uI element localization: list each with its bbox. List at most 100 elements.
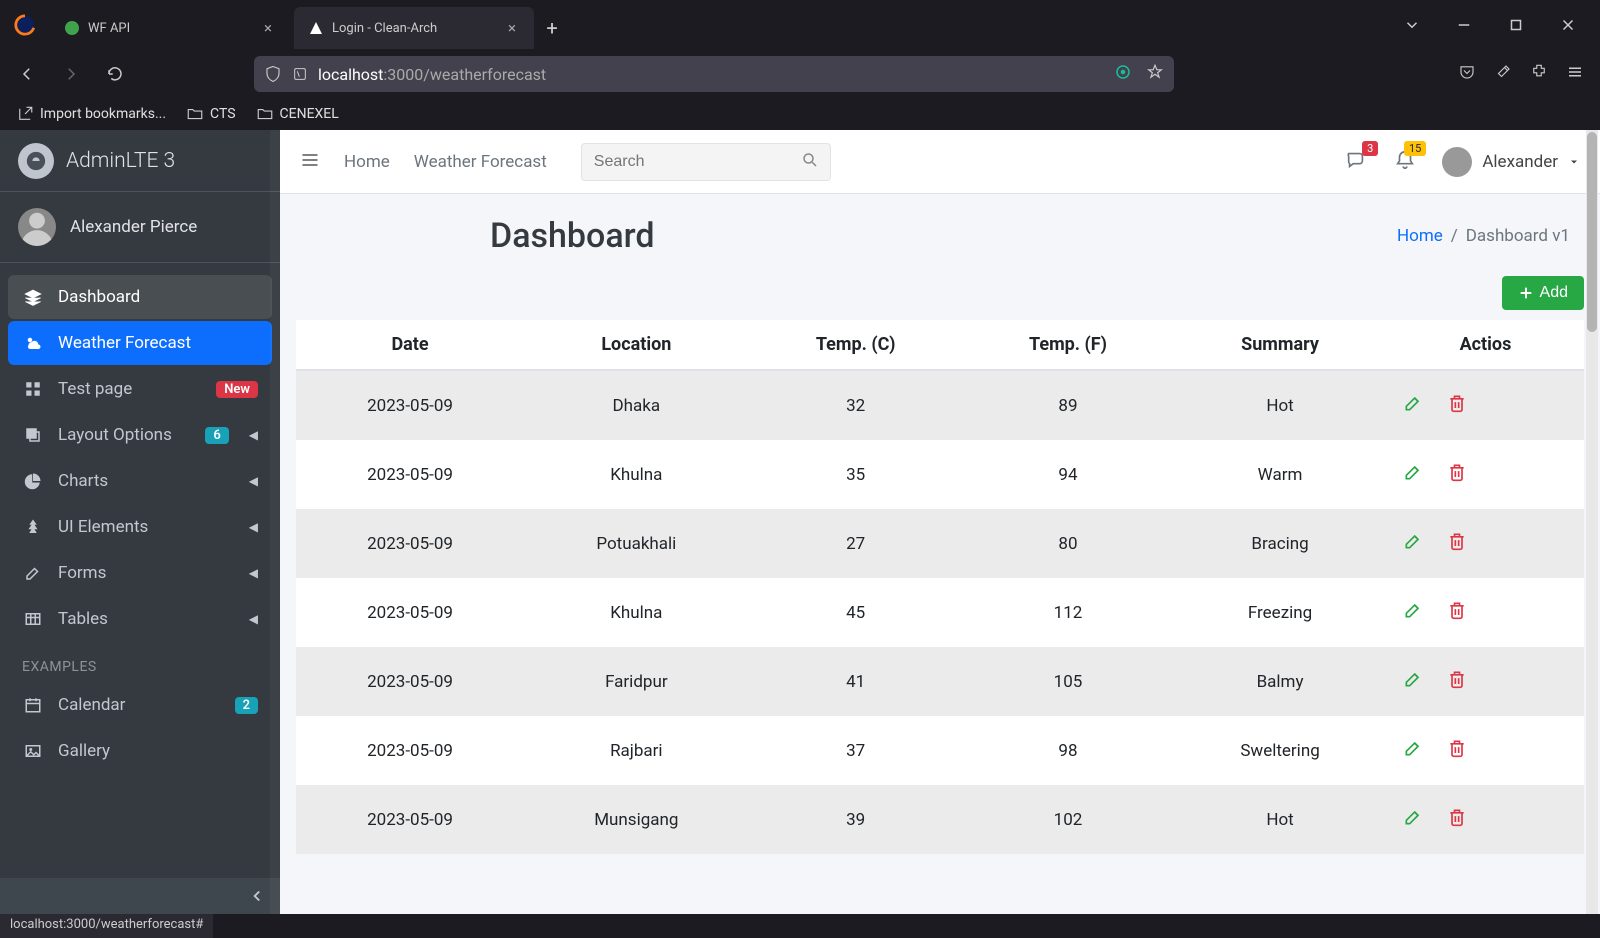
avatar bbox=[18, 208, 56, 246]
table-cell: 105 bbox=[963, 647, 1173, 716]
sidebar-item-label: UI Elements bbox=[58, 517, 148, 537]
edit-icon[interactable] bbox=[1403, 462, 1423, 487]
sidebar-user-panel[interactable]: Alexander Pierce bbox=[0, 192, 280, 263]
messages-icon[interactable]: 3 bbox=[1344, 149, 1368, 175]
delete-icon[interactable] bbox=[1447, 669, 1467, 694]
sidebar-item-label: Charts bbox=[58, 471, 108, 491]
search-input[interactable] bbox=[594, 153, 801, 171]
delete-icon[interactable] bbox=[1447, 600, 1467, 625]
table-cell: 112 bbox=[963, 578, 1173, 647]
bookmark-folder-cts[interactable]: CTS bbox=[186, 105, 235, 123]
import-bookmarks-button[interactable]: Import bookmarks... bbox=[16, 105, 166, 123]
close-icon[interactable]: × bbox=[260, 20, 276, 36]
table-cell: Munsigang bbox=[524, 785, 749, 854]
bookmark-folder-cenexel[interactable]: CENEXEL bbox=[256, 105, 339, 123]
sidebar-item-layout-options[interactable]: Layout Options 6 ◀ bbox=[8, 413, 272, 457]
sidebar-item-tables[interactable]: Tables ◀ bbox=[8, 597, 272, 641]
search-icon[interactable] bbox=[801, 151, 819, 173]
table-cell: 2023-05-09 bbox=[296, 370, 524, 440]
tab-strip: WF API × Login - Clean-Arch × + bbox=[50, 7, 570, 49]
site-identity-icon[interactable] bbox=[292, 66, 308, 82]
table-row: 2023-05-09Rajbari3798Sweltering bbox=[296, 716, 1584, 785]
delete-icon[interactable] bbox=[1447, 807, 1467, 832]
close-icon[interactable]: × bbox=[504, 20, 520, 36]
navlink-weather-forecast[interactable]: Weather Forecast bbox=[414, 152, 547, 172]
chevron-left-icon: ◀ bbox=[249, 428, 258, 442]
delete-icon[interactable] bbox=[1447, 462, 1467, 487]
new-tab-button[interactable]: + bbox=[534, 7, 570, 49]
add-button[interactable]: Add bbox=[1502, 276, 1584, 310]
main-scrollbar[interactable] bbox=[1586, 130, 1598, 914]
th-temp-c: Temp. (C) bbox=[749, 320, 963, 370]
delete-icon[interactable] bbox=[1447, 738, 1467, 763]
tabs-dropdown-icon[interactable] bbox=[1398, 11, 1426, 39]
breadcrumb-current: Dashboard v1 bbox=[1466, 226, 1570, 246]
table-cell: Hot bbox=[1173, 370, 1387, 440]
extensions-icon[interactable] bbox=[1530, 63, 1548, 85]
edit-icon[interactable] bbox=[1403, 393, 1423, 418]
tab-wf-api[interactable]: WF API × bbox=[50, 7, 290, 49]
close-window-button[interactable] bbox=[1554, 11, 1582, 39]
main-scrollbar-thumb[interactable] bbox=[1587, 132, 1597, 332]
edit-icon[interactable] bbox=[1403, 807, 1423, 832]
edit-icon[interactable] bbox=[1403, 600, 1423, 625]
extension-icon[interactable] bbox=[1114, 63, 1132, 85]
pocket-icon[interactable] bbox=[1458, 63, 1476, 85]
tab-login-cleanarch[interactable]: Login - Clean-Arch × bbox=[294, 7, 534, 49]
chevron-left-icon: ◀ bbox=[249, 474, 258, 488]
favicon-icon bbox=[64, 20, 80, 36]
page-title: Dashboard bbox=[490, 216, 655, 256]
edit-icon[interactable] bbox=[1403, 669, 1423, 694]
edit-icon bbox=[22, 564, 44, 582]
minimize-button[interactable] bbox=[1450, 11, 1478, 39]
table-cell-actions bbox=[1387, 578, 1584, 647]
breadcrumb-sep: / bbox=[1451, 226, 1458, 246]
table-icon bbox=[22, 610, 44, 628]
maximize-button[interactable] bbox=[1502, 11, 1530, 39]
table-cell: 41 bbox=[749, 647, 963, 716]
main-area: Home Weather Forecast 3 15 Alexander bbox=[280, 130, 1600, 914]
table-cell-actions bbox=[1387, 370, 1584, 440]
brand[interactable]: AdminLTE 3 bbox=[0, 130, 280, 192]
back-button[interactable] bbox=[12, 59, 42, 89]
table-row: 2023-05-09Dhaka3289Hot bbox=[296, 370, 1584, 440]
table-row: 2023-05-09Khulna45112Freezing bbox=[296, 578, 1584, 647]
breadcrumb-home[interactable]: Home bbox=[1397, 226, 1443, 246]
sidebar-item-weather-forecast[interactable]: Weather Forecast bbox=[8, 321, 272, 365]
status-link-text: localhost:3000/weatherforecast# bbox=[10, 917, 203, 932]
sidebar-item-ui-elements[interactable]: UI Elements ◀ bbox=[8, 505, 272, 549]
edit-icon[interactable] bbox=[1403, 738, 1423, 763]
tab-label: Login - Clean-Arch bbox=[332, 21, 496, 36]
sidebar-item-test-page[interactable]: Test page New bbox=[8, 367, 272, 411]
devtools-icon[interactable] bbox=[1494, 63, 1512, 85]
edit-icon[interactable] bbox=[1403, 531, 1423, 556]
navlink-home[interactable]: Home bbox=[344, 152, 390, 172]
badge-count: 2 bbox=[235, 697, 258, 714]
table-cell: 2023-05-09 bbox=[296, 716, 524, 785]
forward-button[interactable] bbox=[56, 59, 86, 89]
shield-icon[interactable] bbox=[264, 65, 282, 83]
sidebar-item-calendar[interactable]: Calendar 2 bbox=[8, 683, 272, 727]
th-summary: Summary bbox=[1173, 320, 1387, 370]
notifications-icon[interactable]: 15 bbox=[1394, 149, 1416, 175]
hamburger-icon[interactable] bbox=[300, 150, 320, 174]
delete-icon[interactable] bbox=[1447, 393, 1467, 418]
delete-icon[interactable] bbox=[1447, 531, 1467, 556]
app-menu-icon[interactable] bbox=[1566, 63, 1584, 85]
table-cell-actions bbox=[1387, 440, 1584, 509]
bookmarks-bar: Import bookmarks... CTS CENEXEL bbox=[0, 98, 1600, 130]
search-box[interactable] bbox=[581, 143, 831, 181]
sidebar-item-charts[interactable]: Charts ◀ bbox=[8, 459, 272, 503]
sidebar-item-label: Calendar bbox=[58, 695, 125, 715]
sidebar-item-forms[interactable]: Forms ◀ bbox=[8, 551, 272, 595]
firefox-icon[interactable] bbox=[0, 14, 50, 36]
user-dropdown[interactable]: Alexander bbox=[1442, 147, 1580, 177]
table-cell-actions bbox=[1387, 647, 1584, 716]
reload-button[interactable] bbox=[100, 59, 130, 89]
sidebar-item-gallery[interactable]: Gallery bbox=[8, 729, 272, 773]
table-row: 2023-05-09Khulna3594Warm bbox=[296, 440, 1584, 509]
url-bar[interactable]: localhost:3000/weatherforecast bbox=[254, 56, 1174, 92]
bookmark-star-icon[interactable] bbox=[1146, 63, 1164, 85]
sidebar-item-dashboard[interactable]: Dashboard bbox=[8, 275, 272, 319]
sidebar-collapse-button[interactable] bbox=[0, 878, 280, 914]
